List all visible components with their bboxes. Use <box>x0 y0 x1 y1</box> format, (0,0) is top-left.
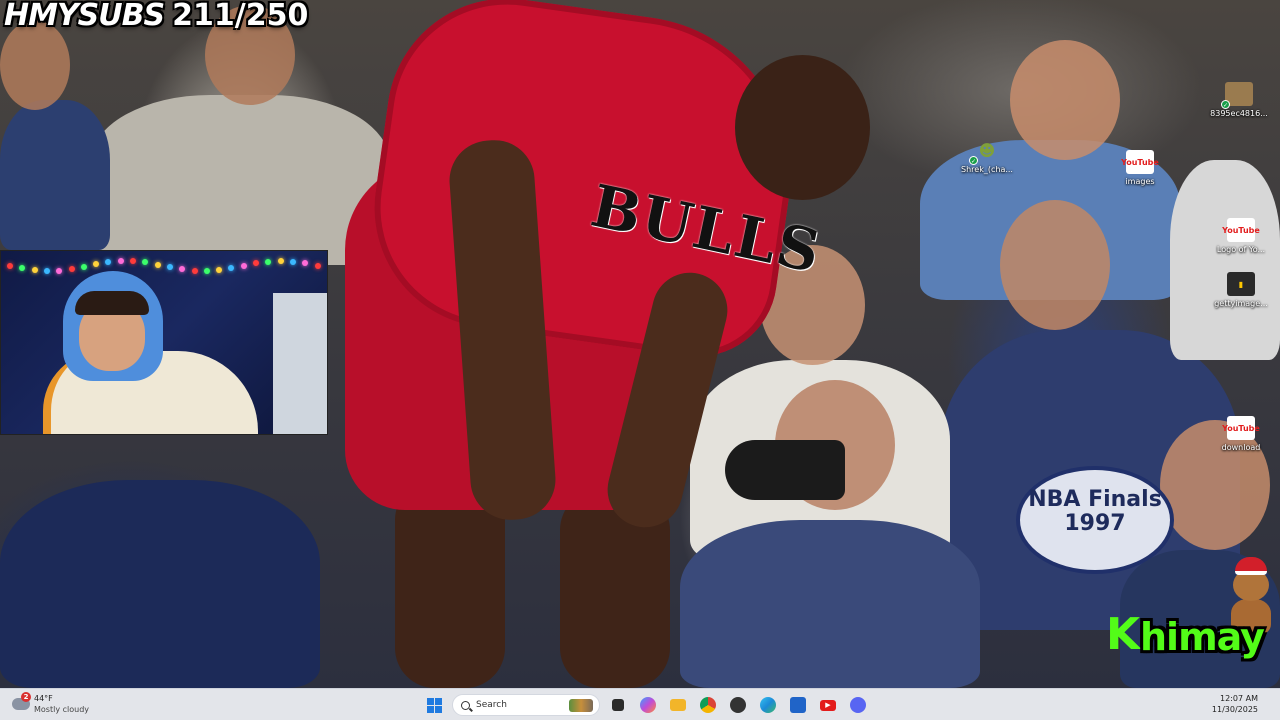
crowd-spectator <box>1170 160 1280 360</box>
edge-icon <box>760 697 776 713</box>
image-file-icon: ▮ <box>1227 272 1255 296</box>
string-light-bulb <box>166 264 173 271</box>
sync-check-icon: ✓ <box>969 156 978 165</box>
string-light-bulb <box>216 266 223 273</box>
string-light-bulb <box>31 267 38 274</box>
desktop-icon-label: download <box>1221 443 1261 452</box>
string-light-bulb <box>142 259 149 266</box>
clock-date: 11/30/2025 <box>1211 705 1258 714</box>
chrome-icon <box>700 697 716 713</box>
string-light-bulb <box>302 260 309 267</box>
sub-goal-brand: HMYSUBS <box>4 0 165 33</box>
string-light-bulb <box>7 263 13 269</box>
discord-icon <box>850 697 866 713</box>
search-highlight-image <box>569 699 593 712</box>
crowd-spectator <box>0 480 320 688</box>
system-clock[interactable]: 12:07 AM 11/30/2025 <box>1212 693 1258 715</box>
chrome-button[interactable] <box>696 693 720 717</box>
discord-button[interactable] <box>846 693 870 717</box>
desktop-icon-gettyimages[interactable]: ▮ gettyimage... <box>1208 272 1274 308</box>
string-light-bulb <box>265 258 272 265</box>
desktop-icon-shrek[interactable]: ☻ ✓ Shrek_(cha... <box>954 138 1020 175</box>
string-light-bulb <box>240 262 247 269</box>
himay-wordmark: himay <box>1140 615 1265 659</box>
sync-check-icon: ✓ <box>1221 100 1230 109</box>
youtube-file-icon: YouTube <box>1222 218 1260 242</box>
string-light-bulb <box>314 262 321 269</box>
string-light-bulb <box>179 266 186 273</box>
crowd-spectator-head <box>1000 200 1110 330</box>
string-light-bulb <box>203 267 210 274</box>
weather-widget[interactable]: 2 44°F Mostly cloudy <box>8 692 128 718</box>
kick-logo-icon: K <box>1106 609 1141 660</box>
string-light-bulb <box>19 265 26 272</box>
taskbar-apps: Search ▶ <box>422 693 870 717</box>
search-placeholder: Search <box>476 700 507 710</box>
taskbar: 2 44°F Mostly cloudy Search ▶ 12:07 AM 1… <box>0 688 1280 720</box>
himay-stream-logo: K himay <box>1102 555 1280 675</box>
string-light-bulb <box>56 267 63 274</box>
shrek-file-icon: ☻ ✓ <box>969 140 996 165</box>
desktop-icon-label: Logo of Yo... <box>1216 245 1266 254</box>
store-icon <box>790 697 806 713</box>
desktop-icon-label: Shrek_(cha... <box>961 165 1013 174</box>
sub-goal-counter: 211/250 <box>172 0 309 33</box>
string-light-bulb <box>191 267 198 274</box>
desktop-icon-8395ec4816[interactable]: ✓ 8395ec4816... <box>1206 82 1272 118</box>
string-light-bulb <box>228 265 235 272</box>
weather-condition: Mostly cloudy <box>34 705 89 714</box>
youtube-file-icon: YouTube <box>1222 416 1260 440</box>
string-lights <box>1 257 327 277</box>
youtube-icon: ▶ <box>820 699 836 711</box>
string-light-bulb <box>154 261 161 268</box>
string-light-bulb <box>43 267 50 274</box>
webcam-overlay <box>0 250 328 435</box>
string-light-bulb <box>80 263 87 270</box>
notification-badge: 2 <box>21 692 31 702</box>
file-explorer-button[interactable] <box>666 693 690 717</box>
task-view-icon <box>612 699 624 711</box>
player-head <box>735 55 870 200</box>
media-app-button[interactable] <box>726 693 750 717</box>
desktop-icon-label: 8395ec4816... <box>1210 109 1268 118</box>
camera <box>725 440 845 500</box>
task-view-button[interactable] <box>606 693 630 717</box>
sub-goal-overlay: HMYSUBS 211/250 <box>4 0 308 36</box>
microsoft-store-button[interactable] <box>786 693 810 717</box>
string-light-bulb <box>68 265 75 272</box>
string-light-bulb <box>105 259 112 266</box>
desktop-icon-download[interactable]: YouTube download <box>1208 416 1274 452</box>
weather-temperature: 44°F <box>34 694 53 703</box>
copilot-button[interactable] <box>636 693 660 717</box>
streamer-hair <box>75 291 149 315</box>
santa-hat <box>1235 557 1267 575</box>
image-file-icon: ✓ <box>1221 82 1253 109</box>
string-light-bulb <box>130 258 136 265</box>
crowd-spectator-head <box>1010 40 1120 160</box>
clock-time: 12:07 AM <box>1220 694 1258 703</box>
string-light-bulb <box>93 261 100 268</box>
string-light-bulb <box>253 260 259 267</box>
webcam-background-window <box>273 293 327 434</box>
taskbar-search-box[interactable]: Search <box>452 694 600 716</box>
crowd-spectator <box>0 100 110 250</box>
edge-button[interactable] <box>756 693 780 717</box>
media-app-icon <box>730 697 746 713</box>
desktop-icon-images[interactable]: YouTube images <box>1107 150 1173 186</box>
search-icon <box>461 700 470 710</box>
youtube-button[interactable]: ▶ <box>816 693 840 717</box>
crowd-spectator <box>680 520 980 688</box>
copilot-icon <box>640 697 656 713</box>
string-light-bulb <box>117 258 124 265</box>
youtube-file-icon: YouTube <box>1121 150 1159 174</box>
windows-logo-icon <box>426 697 442 713</box>
folder-icon <box>670 699 686 711</box>
string-light-bulb <box>289 258 296 265</box>
start-button[interactable] <box>422 693 446 717</box>
desktop-icon-logo-of-youtube[interactable]: YouTube Logo of Yo... <box>1208 218 1274 254</box>
string-light-bulb <box>277 258 284 264</box>
desktop-icon-label: gettyimage... <box>1214 299 1268 308</box>
desktop-icon-label: images <box>1125 177 1155 186</box>
